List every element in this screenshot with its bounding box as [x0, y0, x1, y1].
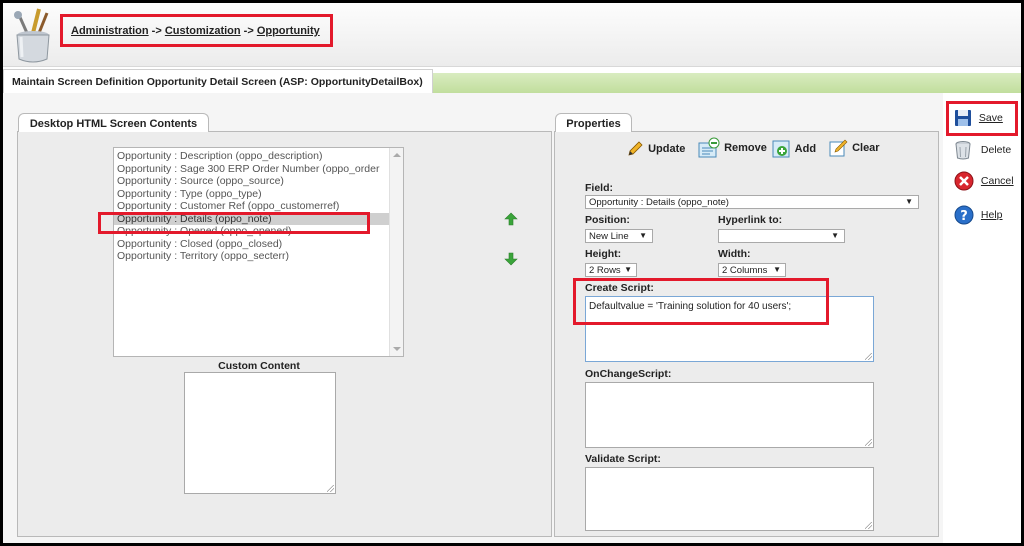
svg-text:?: ? — [960, 209, 968, 224]
trash-can-icon — [955, 141, 971, 160]
dropdown-arrow-icon: ▼ — [905, 197, 913, 206]
action-sidebar: Save Delete Cancel ? Help — [943, 93, 1021, 543]
height-label: Height: — [585, 248, 622, 260]
tab-desktop-html-screen-contents[interactable]: Desktop HTML Screen Contents — [18, 113, 209, 132]
height-select-value: 2 Rows — [589, 265, 621, 276]
list-item[interactable]: Opportunity : Sage 300 ERP Order Number … — [114, 163, 389, 176]
field-select[interactable]: Opportunity : Details (oppo_note) ▼ — [585, 195, 919, 209]
validate-script-text — [586, 468, 873, 476]
pencil-icon — [628, 141, 643, 156]
clear-button[interactable]: Clear — [829, 138, 880, 158]
field-label: Field: — [585, 182, 613, 194]
add-button[interactable]: Add — [772, 140, 816, 158]
remove-field-icon — [698, 137, 720, 158]
dropdown-arrow-icon: ▼ — [624, 265, 632, 274]
customization-logo-icon — [9, 7, 57, 63]
arrow-up-icon — [504, 212, 518, 226]
screen-fields-list[interactable]: Opportunity : Description (oppo_descript… — [113, 147, 404, 357]
width-select[interactable]: 2 Columns ▼ — [718, 263, 786, 277]
cancel-button[interactable]: Cancel — [954, 171, 1014, 191]
resize-handle[interactable] — [327, 485, 334, 492]
remove-button[interactable]: Remove — [697, 137, 767, 159]
validate-script-label: Validate Script: — [585, 453, 661, 465]
list-item[interactable]: Opportunity : Territory (oppo_secterr) — [114, 250, 389, 263]
breadcrumb-highlight — [60, 14, 333, 47]
height-select[interactable]: 2 Rows ▼ — [585, 263, 637, 277]
content-area: Desktop HTML Screen Contents Opportunity… — [3, 93, 943, 543]
title-band — [433, 73, 1021, 93]
hyperlink-label: Hyperlink to: — [718, 214, 783, 226]
resize-handle[interactable] — [865, 522, 872, 529]
list-item[interactable]: Opportunity : Type (oppo_type) — [114, 188, 389, 201]
list-item[interactable]: Opportunity : Customer Ref (oppo_custome… — [114, 200, 389, 213]
update-button[interactable]: Update — [627, 141, 685, 157]
validate-script-textarea[interactable] — [585, 467, 874, 531]
custom-content-label: Custom Content — [218, 360, 300, 372]
screen-contents-panel: Opportunity : Description (oppo_descript… — [17, 131, 552, 537]
delete-button[interactable]: Delete — [954, 140, 1011, 160]
cancel-label: Cancel — [980, 174, 1014, 187]
help-icon: ? — [954, 205, 974, 225]
update-label: Update — [648, 142, 686, 155]
move-down-button[interactable] — [504, 252, 518, 269]
app-window: Administration -> Customization -> Oppor… — [3, 3, 1021, 543]
help-button[interactable]: ? Help — [954, 205, 1003, 225]
move-up-button[interactable] — [504, 212, 518, 229]
width-label: Width: — [718, 248, 751, 260]
add-label: Add — [794, 142, 817, 155]
onchange-script-label: OnChangeScript: — [585, 368, 672, 380]
dropdown-arrow-icon: ▼ — [773, 265, 781, 274]
remove-label: Remove — [724, 141, 767, 154]
hyperlink-select[interactable]: ▼ — [718, 229, 845, 243]
list-item[interactable]: Opportunity : Description (oppo_descript… — [114, 150, 389, 163]
resize-handle[interactable] — [865, 353, 872, 360]
resize-handle[interactable] — [865, 439, 872, 446]
save-highlight — [946, 101, 1018, 136]
position-select-value: New Line — [589, 231, 629, 242]
dropdown-arrow-icon: ▼ — [831, 231, 839, 240]
scroll-up-icon[interactable] — [393, 153, 401, 157]
selected-field-highlight — [98, 212, 370, 234]
field-select-value: Opportunity : Details (oppo_note) — [589, 197, 729, 208]
list-item[interactable]: Opportunity : Source (oppo_source) — [114, 175, 389, 188]
add-field-icon — [772, 140, 790, 158]
cancel-icon — [954, 171, 974, 191]
position-label: Position: — [585, 214, 630, 226]
arrow-down-icon — [504, 252, 518, 266]
list-scrollbar[interactable] — [389, 148, 403, 356]
clear-label: Clear — [852, 141, 880, 154]
onchange-script-textarea[interactable] — [585, 382, 874, 448]
create-script-highlight — [573, 278, 829, 325]
properties-panel: Update Remove Add Clear Field: Opportuni… — [554, 131, 939, 537]
tab-properties[interactable]: Properties — [555, 113, 632, 132]
screen-title: Maintain Screen Definition Opportunity D… — [3, 69, 433, 93]
scroll-down-icon[interactable] — [393, 347, 401, 351]
custom-content-textarea[interactable] — [184, 372, 336, 494]
clear-icon — [829, 139, 848, 157]
onchange-script-text — [586, 383, 873, 391]
list-item[interactable]: Opportunity : Closed (oppo_closed) — [114, 238, 389, 251]
dropdown-arrow-icon: ▼ — [639, 231, 647, 240]
width-select-value: 2 Columns — [722, 265, 768, 276]
delete-label: Delete — [980, 143, 1012, 156]
position-select[interactable]: New Line ▼ — [585, 229, 653, 243]
help-label: Help — [980, 208, 1003, 221]
